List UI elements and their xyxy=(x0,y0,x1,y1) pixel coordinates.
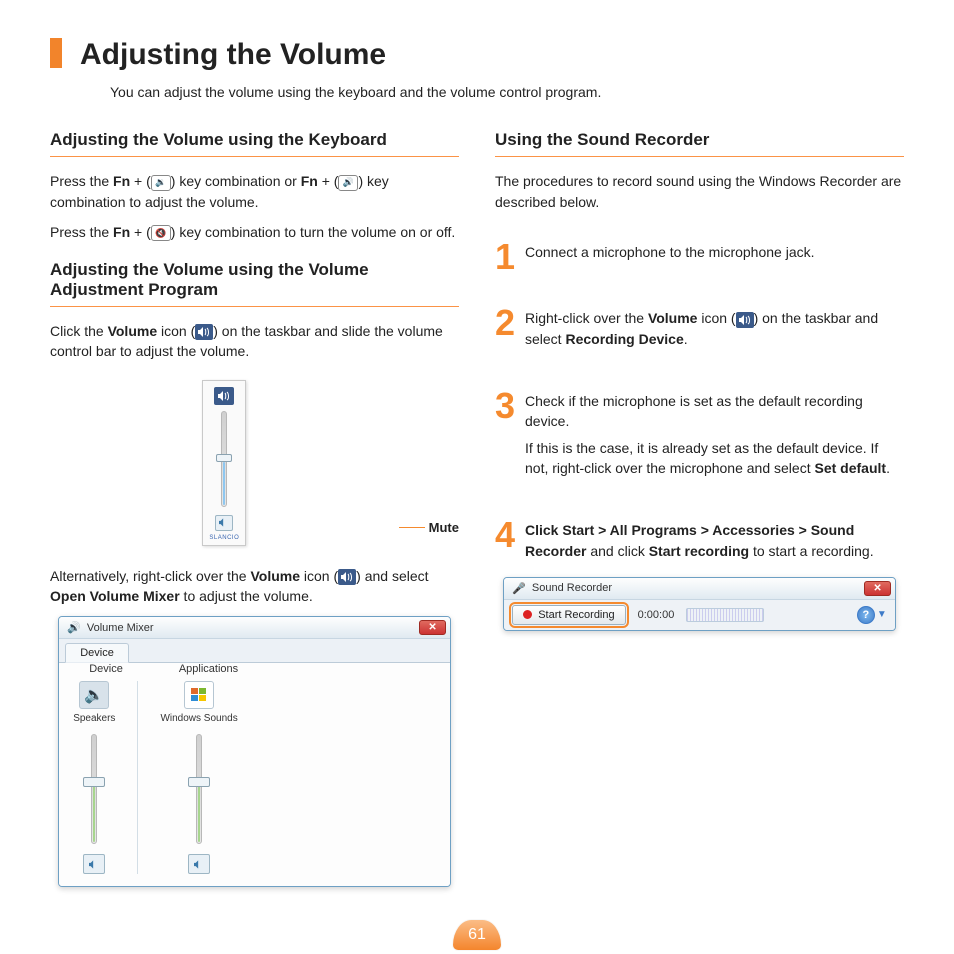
page-title: Adjusting the Volume xyxy=(80,38,386,72)
volume-mute-key-icon: 🔇 xyxy=(151,225,171,241)
heading-program: Adjusting the Volume using the Volume Ad… xyxy=(50,260,459,307)
mixer-header-device: Device xyxy=(89,663,123,675)
volume-mixer-title: Volume Mixer xyxy=(87,622,154,634)
windows-sounds-label: Windows Sounds xyxy=(160,713,237,724)
para-kb-1: Press the Fn + (🔉) key combination or Fn… xyxy=(50,171,459,212)
help-dropdown-icon[interactable]: ▼ xyxy=(877,609,887,620)
heading-sound-recorder: Using the Sound Recorder xyxy=(495,130,904,157)
windows-sounds-mute-button[interactable] xyxy=(188,854,210,874)
volume-taskbar-icon xyxy=(338,569,356,585)
speakers-label: Speakers xyxy=(73,713,115,724)
volume-mixer-window: 🔊 Volume Mixer ✕ Device Device Applicati… xyxy=(58,616,451,887)
microphone-icon: 🎤 xyxy=(512,582,526,595)
windows-sounds-slider-thumb[interactable] xyxy=(188,777,210,787)
para-kb-2: Press the Fn + (🔇) key combination to tu… xyxy=(50,222,459,242)
step-3-text-a: Check if the microphone is set as the de… xyxy=(525,391,904,432)
volume-slider-popup: SLANCIO xyxy=(202,380,246,546)
speakers-slider-thumb[interactable] xyxy=(83,777,105,787)
close-button[interactable]: ✕ xyxy=(419,620,445,635)
step-2-text: Right-click over the Volume icon () on t… xyxy=(525,308,904,349)
step-4-text: Click Start > All Programs > Accessories… xyxy=(525,520,904,561)
mute-button[interactable] xyxy=(215,515,233,531)
mixer-header-applications: Applications xyxy=(179,663,238,675)
para-recorder-intro: The procedures to record sound using the… xyxy=(495,171,904,212)
speakers-slider[interactable] xyxy=(91,734,97,844)
step-3-text-b: If this is the case, it is already set a… xyxy=(525,438,904,479)
mixer-channel-speakers: 🔈 Speakers xyxy=(73,681,115,874)
callout-line xyxy=(399,527,425,528)
mute-callout-label: Mute xyxy=(429,520,459,535)
volume-taskbar-icon xyxy=(736,312,754,328)
speakers-mute-button[interactable] xyxy=(83,854,105,874)
para-prog-1: Click the Volume icon () on the taskbar … xyxy=(50,321,459,362)
step-number-1: 1 xyxy=(495,242,523,273)
volume-slider-thumb[interactable] xyxy=(216,454,232,462)
mixer-channel-windows-sounds: Windows Sounds xyxy=(160,681,237,874)
slider-brand-label: SLANCIO xyxy=(209,535,239,541)
sound-recorder-title: Sound Recorder xyxy=(532,582,612,594)
step-number-2: 2 xyxy=(495,308,523,355)
title-accent-bar xyxy=(50,38,62,68)
step-number-3: 3 xyxy=(495,391,523,484)
step-1-text: Connect a microphone to the microphone j… xyxy=(525,242,904,262)
left-column: Adjusting the Volume using the Keyboard … xyxy=(50,130,459,887)
help-button[interactable]: ? xyxy=(857,606,875,624)
page-subtitle: You can adjust the volume using the keyb… xyxy=(110,82,904,102)
start-recording-button[interactable]: Start Recording xyxy=(512,605,625,625)
heading-keyboard: Adjusting the Volume using the Keyboard xyxy=(50,130,459,157)
step-number-4: 4 xyxy=(495,520,523,567)
right-column: Using the Sound Recorder The procedures … xyxy=(495,130,904,887)
page-number: 61 xyxy=(453,920,501,950)
volume-up-key-icon: 🔊 xyxy=(338,175,358,191)
windows-sounds-icon[interactable] xyxy=(184,681,214,709)
volume-mixer-icon: 🔊 xyxy=(67,621,81,634)
close-button[interactable]: ✕ xyxy=(864,581,890,596)
speaker-icon xyxy=(214,387,234,405)
para-alt-1: Alternatively, right-click over the Volu… xyxy=(50,566,459,607)
windows-sounds-slider[interactable] xyxy=(196,734,202,844)
sound-recorder-window: 🎤 Sound Recorder ✕ Start Recording 0:00:… xyxy=(503,577,896,631)
start-recording-label: Start Recording xyxy=(538,609,614,621)
speakers-device-icon[interactable]: 🔈 xyxy=(79,681,109,709)
mixer-tab-device[interactable]: Device xyxy=(65,643,129,663)
volume-taskbar-icon xyxy=(195,324,213,340)
volume-down-key-icon: 🔉 xyxy=(151,175,171,191)
volume-slider-track[interactable] xyxy=(221,411,227,507)
waveform-display xyxy=(686,608,764,622)
recording-time: 0:00:00 xyxy=(638,609,675,621)
record-icon xyxy=(523,610,532,619)
